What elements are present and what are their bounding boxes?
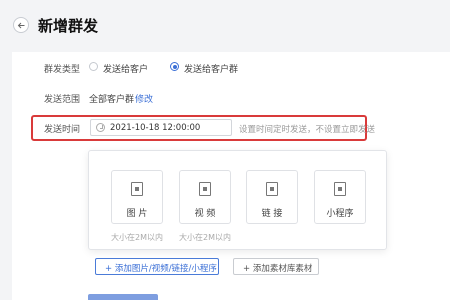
time-hint: 设置时间定时发送，不设置立即发送 (239, 125, 376, 135)
add-library-button[interactable]: + 添加素材库素材 (233, 258, 319, 275)
datetime-value: 2021-10-18 12:00:00 (110, 123, 201, 133)
video-size-limit: 大小在2M以内 (179, 233, 231, 242)
image-tile[interactable]: 图 片 (111, 170, 163, 224)
page-header: 新增群发 (0, 0, 450, 52)
link-tile[interactable]: 链 接 (246, 170, 298, 224)
miniprogram-file-icon (334, 182, 346, 196)
range-value: 全部客户群 (89, 95, 135, 105)
video-tile-label: 视 频 (194, 209, 216, 219)
arrow-left-icon (17, 22, 25, 29)
radio-label-group[interactable]: 发送给客户群 (184, 62, 238, 75)
radio-send-to-customer[interactable] (89, 62, 98, 71)
clock-icon (96, 123, 105, 132)
link-file-icon (266, 182, 278, 196)
type-label: 群发类型 (44, 65, 81, 75)
miniprogram-tile-label: 小程序 (326, 209, 354, 219)
back-button[interactable] (13, 17, 29, 33)
video-tile[interactable]: 视 频 (179, 170, 231, 224)
image-file-icon (131, 182, 143, 196)
video-file-icon (199, 182, 211, 196)
radio-send-to-group[interactable] (170, 62, 179, 71)
image-size-limit: 大小在2M以内 (111, 233, 163, 242)
page-title: 新增群发 (38, 17, 99, 35)
time-label: 发送时间 (44, 125, 81, 135)
submit-button[interactable] (88, 294, 158, 300)
edit-range-link[interactable]: 修改 (135, 92, 153, 105)
add-attachment-button[interactable]: + 添加图片/视频/链接/小程序 (95, 258, 219, 275)
link-tile-label: 链 接 (261, 209, 283, 219)
radio-label-customer[interactable]: 发送给客户 (103, 62, 148, 75)
datetime-input[interactable]: 2021-10-18 12:00:00 (90, 119, 232, 136)
range-label: 发送范围 (44, 95, 81, 105)
miniprogram-tile[interactable]: 小程序 (314, 170, 366, 224)
image-tile-label: 图 片 (126, 209, 148, 219)
